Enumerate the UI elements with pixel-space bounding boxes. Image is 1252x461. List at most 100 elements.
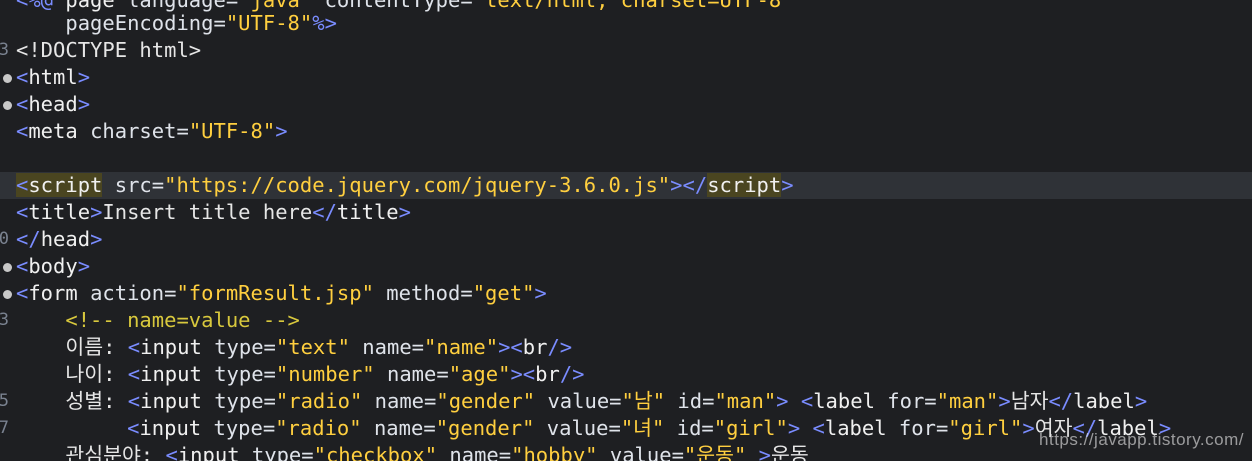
- code-text: <form action="formResult.jsp" method="ge…: [16, 280, 547, 307]
- code-token-attr: method=: [373, 281, 473, 305]
- code-token-tag: input: [140, 362, 215, 386]
- code-token-tag: br: [535, 362, 560, 386]
- code-editor[interactable]: <%@ page language="java" contentType="te…: [0, 0, 1252, 461]
- code-token-lt: >: [746, 443, 772, 461]
- code-token-tag: form: [28, 281, 91, 305]
- line-number: 7: [0, 418, 9, 438]
- code-token-attr: type=: [251, 443, 314, 461]
- code-token-str: "운동": [683, 443, 747, 461]
- code-token-text: <!DOCTYPE html>: [16, 38, 202, 62]
- code-token-lt: <: [127, 416, 140, 440]
- code-token-str: "checkbox": [313, 443, 438, 461]
- code-token-lt: <: [16, 65, 29, 89]
- code-token-lt: >: [90, 200, 103, 224]
- code-line[interactable]: <head>: [0, 91, 1252, 118]
- line-number: 3: [0, 40, 9, 60]
- code-token-tag: head: [28, 92, 78, 116]
- code-token-attr: id=: [665, 389, 715, 413]
- code-text: <head>: [16, 91, 90, 118]
- code-token-attr: name=: [361, 416, 436, 440]
- code-token-attr: name=: [374, 362, 449, 386]
- code-text: 이름: <input type="text" name="name"><br/>: [16, 334, 572, 361]
- code-token-text: 남자: [1010, 389, 1049, 413]
- code-token-str: "name": [424, 335, 499, 359]
- code-text: <!-- name=value -->: [16, 307, 300, 334]
- code-token-attr: type=: [214, 335, 276, 359]
- code-token-lt: </: [312, 200, 337, 224]
- code-token-lt: <: [127, 362, 141, 386]
- code-token-tag: input: [140, 389, 215, 413]
- code-line[interactable]: <title>Insert title here</title>: [0, 199, 1252, 226]
- watermark-text: https://javapp.tistory.com/: [1039, 430, 1244, 449]
- fold-toggle-icon[interactable]: [3, 101, 12, 110]
- code-token-lt: <: [16, 200, 29, 224]
- code-line[interactable]: 3 <!-- name=value -->: [0, 307, 1252, 334]
- code-token-str: "number": [275, 362, 375, 386]
- code-line[interactable]: pageEncoding="UTF-8"%>: [0, 10, 1252, 37]
- fold-toggle-icon[interactable]: [3, 74, 12, 83]
- code-token-attr: name=: [349, 335, 425, 359]
- code-token-attr: type=: [214, 362, 276, 386]
- code-text: 나이: <input type="number" name="age"><br/…: [16, 361, 585, 388]
- code-token-lt: <: [16, 254, 29, 278]
- code-line[interactable]: [0, 145, 1252, 172]
- code-token-lt: <: [127, 389, 141, 413]
- code-line[interactable]: <html>: [0, 64, 1252, 91]
- code-text: <meta charset="UTF-8">: [16, 118, 288, 145]
- code-line[interactable]: <form action="formResult.jsp" method="ge…: [0, 280, 1252, 307]
- code-token-tag: script: [28, 173, 103, 197]
- code-token-lt: <: [16, 281, 29, 305]
- code-line[interactable]: 5 성별: <input type="radio" name="gender" …: [0, 388, 1252, 415]
- code-text: <title>Insert title here</title>: [16, 199, 411, 226]
- code-token-lt: >: [398, 200, 411, 224]
- code-token-lt: >: [1134, 389, 1148, 413]
- code-token-tag: label: [1073, 389, 1135, 413]
- fold-toggle-icon[interactable]: [3, 290, 12, 299]
- code-token-attr: pageEncoding=: [65, 11, 226, 35]
- code-token-tag: br: [522, 335, 548, 359]
- code-line[interactable]: <body>: [0, 253, 1252, 280]
- code-token-lt: >: [90, 227, 103, 251]
- code-token-str: "hobby": [511, 443, 598, 461]
- code-token-tag: label: [824, 416, 899, 440]
- line-number: 5: [0, 391, 9, 411]
- code-token-lt: >: [781, 173, 794, 197]
- code-line[interactable]: 3 <!DOCTYPE html>: [0, 37, 1252, 64]
- code-token-str: "man": [714, 389, 777, 413]
- code-token-text: Insert title here: [102, 200, 313, 224]
- code-token-lt: />: [559, 362, 585, 386]
- code-token-lt: />: [547, 335, 573, 359]
- code-text: </head>: [16, 226, 102, 253]
- code-token-str: "radio": [275, 416, 362, 440]
- code-token-str: "gender": [436, 389, 536, 413]
- fold-toggle-icon[interactable]: [3, 263, 12, 272]
- code-line[interactable]: 이름: <input type="text" name="name"><br/>: [0, 334, 1252, 361]
- code-token-lt: ><: [498, 335, 523, 359]
- code-token-attr: action=: [90, 281, 177, 305]
- code-line-current[interactable]: <script src="https://code.jquery.com/jqu…: [0, 172, 1252, 199]
- code-token-lt: %>: [312, 11, 337, 35]
- code-token-tag: title: [336, 200, 399, 224]
- code-token-lt: <: [16, 92, 29, 116]
- code-token-lt: ><: [510, 362, 536, 386]
- code-text: <!DOCTYPE html>: [16, 37, 201, 64]
- code-line[interactable]: 0 </head>: [0, 226, 1252, 253]
- code-token-str: "girl": [713, 416, 788, 440]
- code-token-text: 이름:: [16, 335, 128, 359]
- code-token-attr: src=: [102, 173, 165, 197]
- code-token-attr: id=: [664, 416, 714, 440]
- code-token-lt: >: [275, 119, 288, 143]
- code-line[interactable]: <meta charset="UTF-8">: [0, 118, 1252, 145]
- code-token-str: "text": [275, 335, 350, 359]
- code-token-lt: </: [16, 227, 41, 251]
- code-token-attr: for=: [898, 416, 949, 440]
- code-token-lt: >: [77, 92, 91, 116]
- code-token-lt: >: [1022, 416, 1035, 440]
- code-token-lt: ></: [670, 173, 708, 197]
- code-line[interactable]: 나이: <input type="number" name="age"><br/…: [0, 361, 1252, 388]
- code-token-lt: <: [16, 119, 29, 143]
- code-token-attr: name=: [437, 443, 512, 461]
- code-token-str: "gender": [435, 416, 535, 440]
